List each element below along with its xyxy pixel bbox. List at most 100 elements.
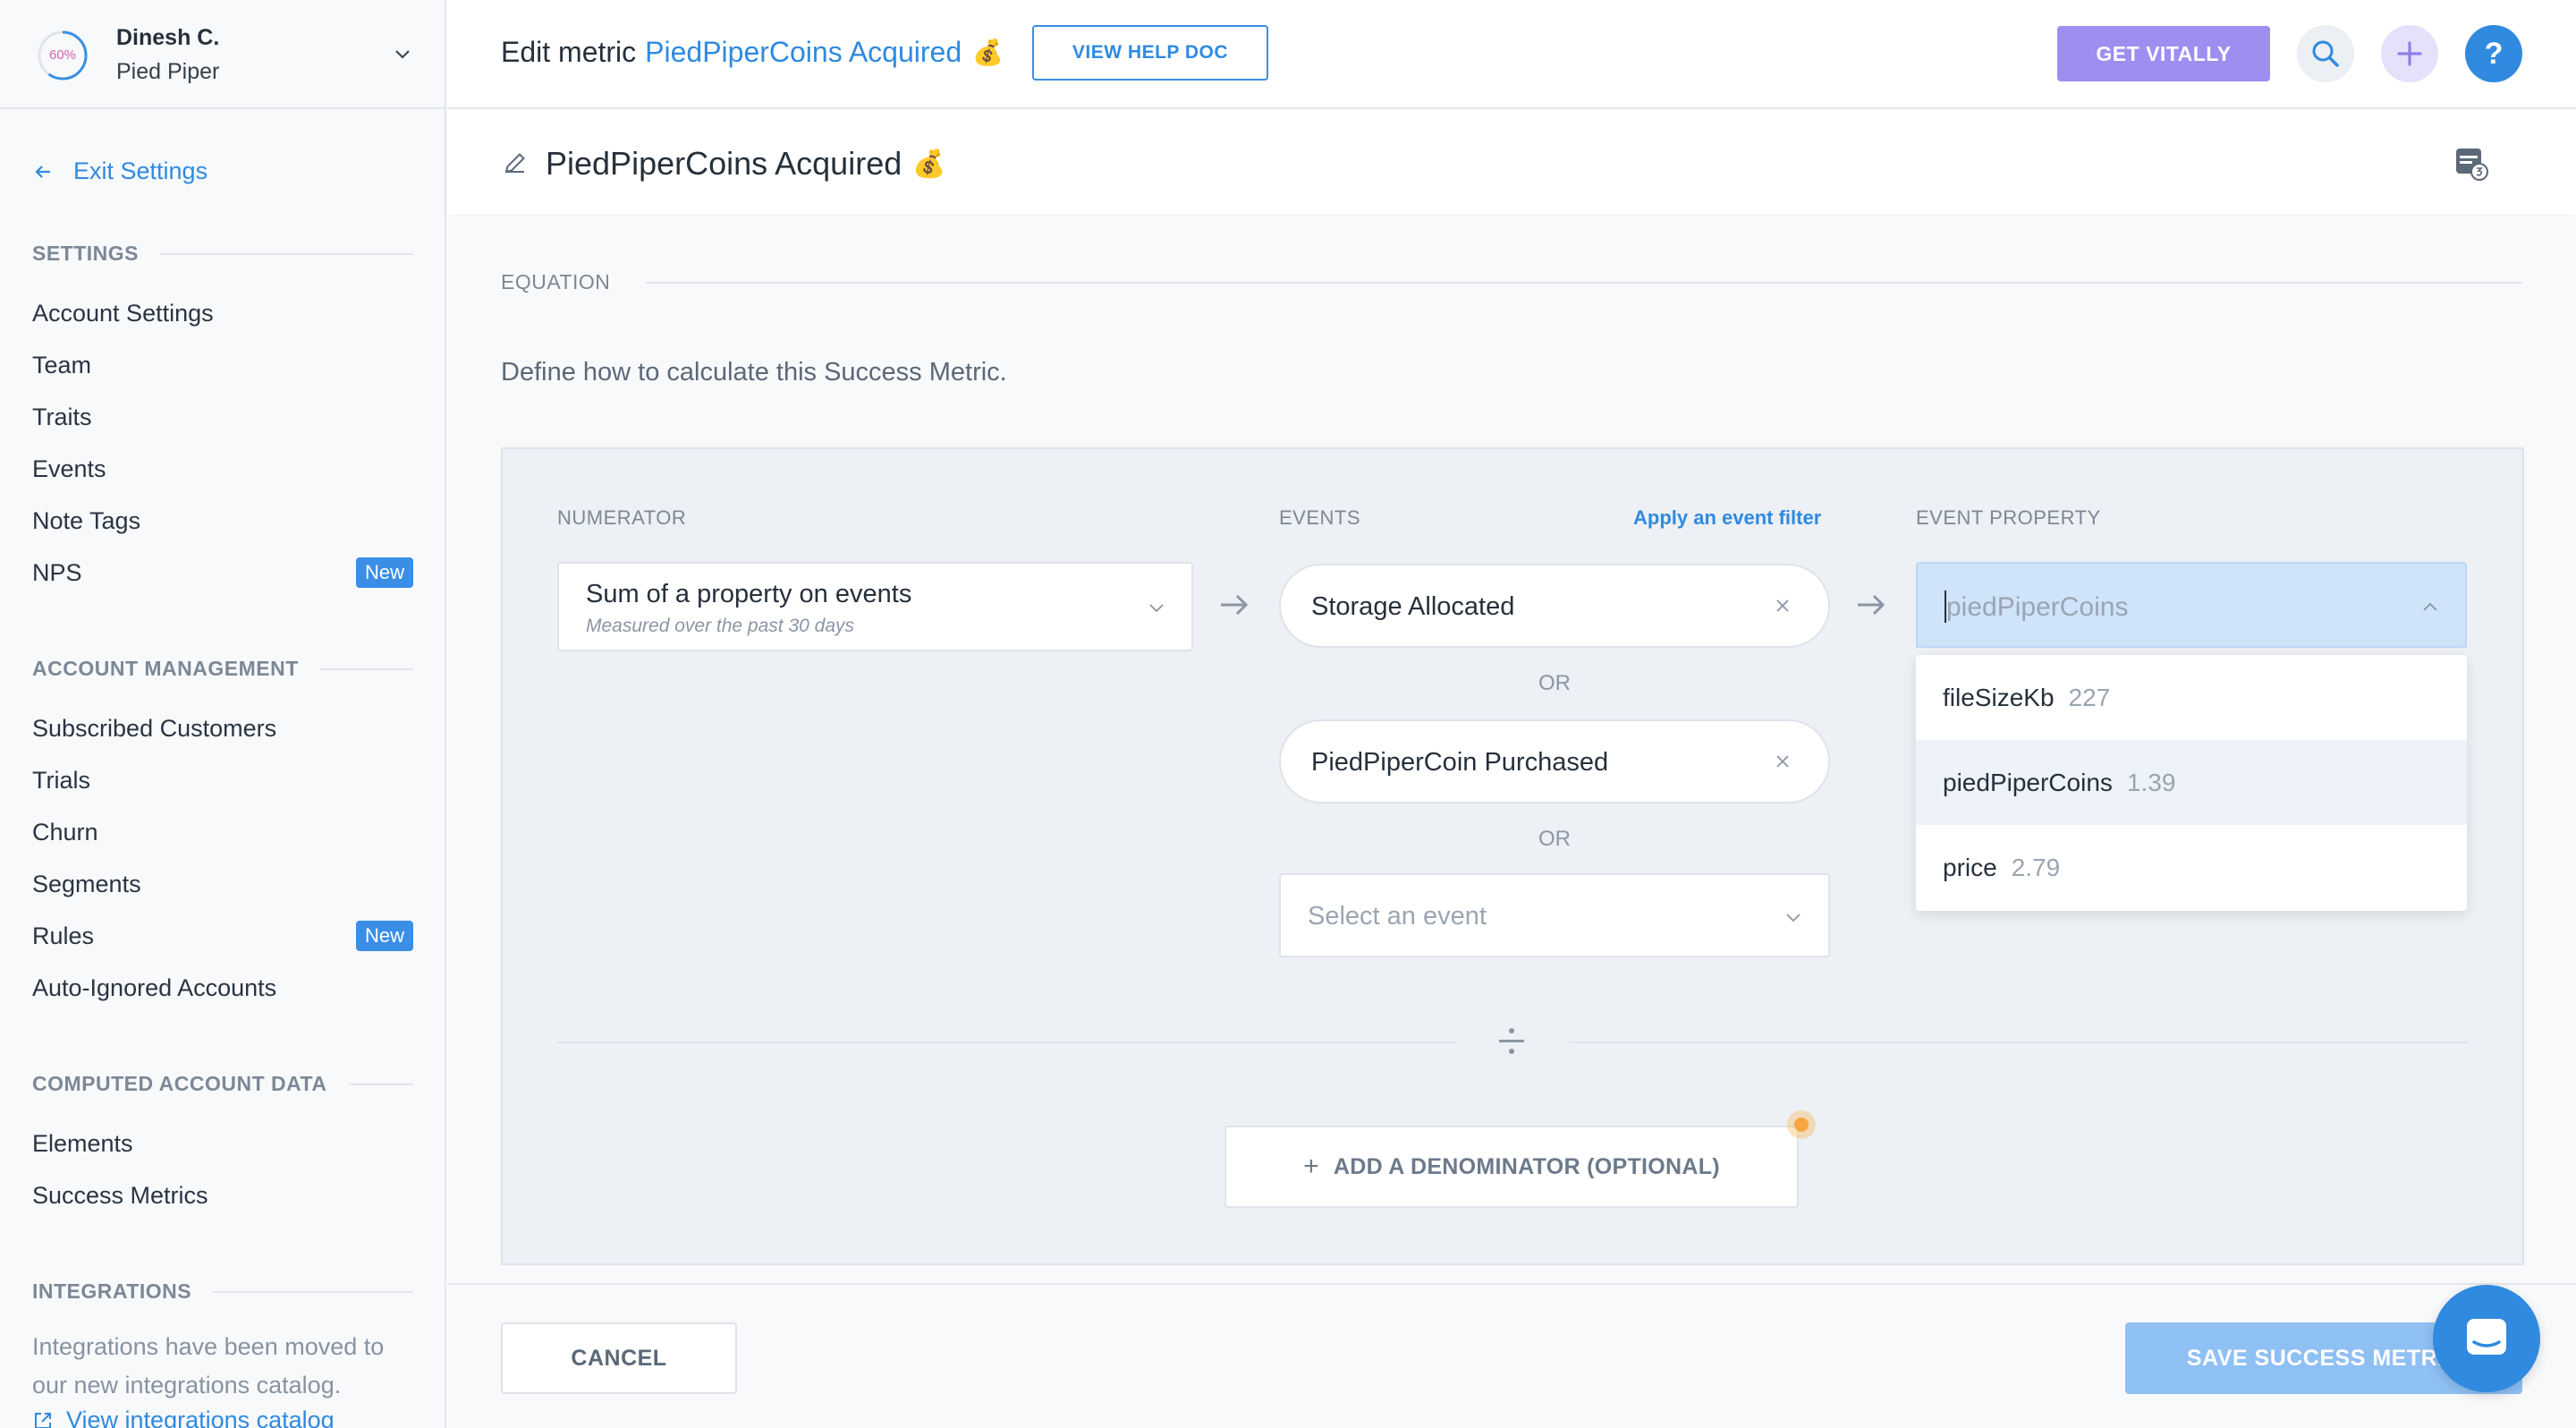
section-divider bbox=[160, 252, 413, 255]
event-property-menu: fileSizeKb 227 piedPiperCoins 1.39 price… bbox=[1916, 655, 2467, 911]
property-option-name: price bbox=[1943, 853, 1997, 881]
sidebar-item-label: Traits bbox=[32, 403, 92, 430]
exit-settings-link[interactable]: Exit Settings bbox=[32, 157, 208, 185]
equation-heading: EQUATION bbox=[501, 270, 2522, 294]
apply-event-filter-link[interactable]: Apply an event filter bbox=[1633, 506, 1821, 530]
property-option-filesizekb[interactable]: fileSizeKb 227 bbox=[1916, 655, 2467, 740]
sidebar-item-churn[interactable]: Churn bbox=[32, 814, 413, 850]
org-name: Pied Piper bbox=[116, 59, 220, 84]
sidebar-item-success-metrics[interactable]: Success Metrics bbox=[32, 1177, 413, 1213]
sidebar-item-rules[interactable]: Rules New bbox=[32, 918, 413, 954]
onboarding-beacon[interactable] bbox=[1787, 1110, 1816, 1139]
settings-sidebar: 60% Dinesh C. Pied Piper Exit Settings S… bbox=[0, 0, 446, 1428]
property-option-name: piedPiperCoins bbox=[1943, 768, 2113, 796]
sidebar-item-elements[interactable]: Elements bbox=[32, 1126, 413, 1161]
sidebar-item-account-settings[interactable]: Account Settings bbox=[32, 295, 413, 331]
numerator-type-select[interactable]: Sum of a property on events Measured ove… bbox=[557, 562, 1193, 651]
sidebar-item-label: Elements bbox=[32, 1129, 133, 1157]
event-chip-piedpipercoin-purchased[interactable]: PiedPiperCoin Purchased bbox=[1279, 719, 1830, 803]
plus-icon: + bbox=[1303, 1152, 1319, 1181]
chat-icon bbox=[2467, 1319, 2506, 1355]
plus-icon bbox=[2397, 41, 2422, 66]
or-separator: OR bbox=[1538, 671, 1571, 695]
metric-name-title[interactable]: PiedPiperCoins Acquired 💰 bbox=[546, 145, 946, 183]
select-event-dropdown[interactable]: Select an event bbox=[1279, 873, 1830, 957]
question-mark-icon: ? bbox=[2484, 36, 2504, 71]
equation-divider bbox=[646, 281, 2522, 284]
property-option-price[interactable]: price 2.79 bbox=[1916, 825, 2467, 910]
property-option-name: fileSizeKb bbox=[1943, 683, 2055, 711]
close-icon[interactable] bbox=[1773, 596, 1792, 616]
chevron-down-icon bbox=[1786, 914, 1801, 922]
sidebar-item-events[interactable]: Events bbox=[32, 451, 413, 487]
numerator-type-value: Sum of a property on events bbox=[586, 580, 912, 608]
events-label: EVENTS bbox=[1279, 506, 1361, 529]
event-property-input[interactable]: piedPiperCoins bbox=[1916, 562, 2467, 648]
get-vitally-button[interactable]: GET VITALLY bbox=[2057, 26, 2270, 81]
section-settings: SETTINGS bbox=[32, 242, 413, 266]
search-icon bbox=[2312, 40, 2339, 67]
property-option-value: 1.39 bbox=[2126, 768, 2176, 796]
sidebar-item-note-tags[interactable]: Note Tags bbox=[32, 503, 413, 539]
event-property-value: piedPiperCoins bbox=[1946, 592, 2129, 622]
sidebar-item-team[interactable]: Team bbox=[32, 347, 413, 383]
sidebar-item-label: Account Settings bbox=[32, 299, 214, 327]
sidebar-item-label: Rules bbox=[32, 922, 95, 949]
sidebar-item-label: Note Tags bbox=[32, 506, 141, 534]
chevron-down-icon[interactable] bbox=[392, 43, 413, 64]
pencil-icon[interactable] bbox=[503, 150, 528, 175]
section-settings-label: SETTINGS bbox=[32, 242, 140, 265]
event-property-label: EVENT PROPERTY bbox=[1916, 506, 2101, 529]
quick-add-button[interactable] bbox=[2381, 25, 2438, 82]
section-divider bbox=[213, 1290, 413, 1293]
page-title-metric-link[interactable]: PiedPiperCoins Acquired bbox=[645, 36, 962, 69]
help-button[interactable]: ? bbox=[2465, 25, 2522, 82]
top-bar: Edit metric PiedPiperCoins Acquired 💰 VI… bbox=[447, 0, 2576, 109]
metric-name-text: PiedPiperCoins Acquired bbox=[546, 145, 902, 182]
sidebar-item-trials[interactable]: Trials bbox=[32, 762, 413, 798]
property-option-piedpipercoins[interactable]: piedPiperCoins 1.39 bbox=[1916, 740, 2467, 825]
account-switcher[interactable]: 60% Dinesh C. Pied Piper bbox=[0, 0, 445, 109]
numerator-type-subtext: Measured over the past 30 days bbox=[586, 616, 855, 636]
sidebar-item-label: Team bbox=[32, 351, 92, 378]
event-chip-label: Storage Allocated bbox=[1311, 592, 1515, 621]
arrow-left-icon bbox=[35, 165, 50, 178]
divider-line-left bbox=[557, 1041, 1457, 1043]
sidebar-item-nps[interactable]: NPS New bbox=[32, 555, 413, 591]
section-account-management: ACCOUNT MANAGEMENT bbox=[32, 657, 413, 681]
sidebar-item-label: Trials bbox=[32, 766, 90, 794]
view-integrations-catalog-link[interactable]: View integrations catalog bbox=[32, 1407, 335, 1428]
section-integrations: INTEGRATIONS bbox=[32, 1279, 413, 1304]
property-option-value: 227 bbox=[2068, 683, 2111, 711]
search-button[interactable] bbox=[2297, 25, 2354, 82]
progress-percent: 60% bbox=[48, 47, 77, 63]
add-denominator-button[interactable]: + ADD A DENOMINATOR (OPTIONAL) bbox=[1224, 1126, 1799, 1208]
onboarding-progress-ring[interactable]: 60% bbox=[36, 29, 89, 82]
cancel-button[interactable]: CANCEL bbox=[501, 1322, 737, 1394]
arrow-right-icon bbox=[1858, 594, 1885, 616]
chevron-up-icon[interactable] bbox=[2420, 598, 2440, 617]
event-chip-storage-allocated[interactable]: Storage Allocated bbox=[1279, 564, 1830, 648]
view-help-doc-button[interactable]: VIEW HELP DOC bbox=[1032, 25, 1268, 81]
sidebar-item-segments[interactable]: Segments bbox=[32, 866, 413, 902]
page-title: Edit metric PiedPiperCoins Acquired 💰 bbox=[501, 36, 1004, 69]
sidebar-item-label: Segments bbox=[32, 870, 141, 897]
sidebar-item-traits[interactable]: Traits bbox=[32, 399, 413, 435]
sidebar-item-label: Subscribed Customers bbox=[32, 714, 277, 742]
user-name: Dinesh C. bbox=[116, 25, 220, 50]
close-icon[interactable] bbox=[1773, 752, 1792, 771]
chat-launcher-button[interactable] bbox=[2433, 1285, 2540, 1392]
integrations-note: Integrations have been moved to our new … bbox=[32, 1333, 385, 1398]
new-badge: New bbox=[355, 921, 413, 951]
property-option-value: 2.79 bbox=[2011, 853, 2061, 881]
chevron-down-icon bbox=[1149, 604, 1164, 613]
section-integrations-label: INTEGRATIONS bbox=[32, 1279, 192, 1303]
sidebar-item-label: Auto-Ignored Accounts bbox=[32, 973, 277, 1001]
sidebar-item-auto-ignored-accounts[interactable]: Auto-Ignored Accounts bbox=[32, 970, 413, 1006]
version-history-icon[interactable] bbox=[2453, 145, 2488, 181]
metric-name-bar: PiedPiperCoins Acquired 💰 bbox=[447, 111, 2576, 215]
sidebar-item-subscribed-customers[interactable]: Subscribed Customers bbox=[32, 710, 413, 746]
arrow-right-icon bbox=[1221, 594, 1249, 616]
section-divider bbox=[319, 667, 413, 670]
new-badge: New bbox=[355, 557, 413, 588]
